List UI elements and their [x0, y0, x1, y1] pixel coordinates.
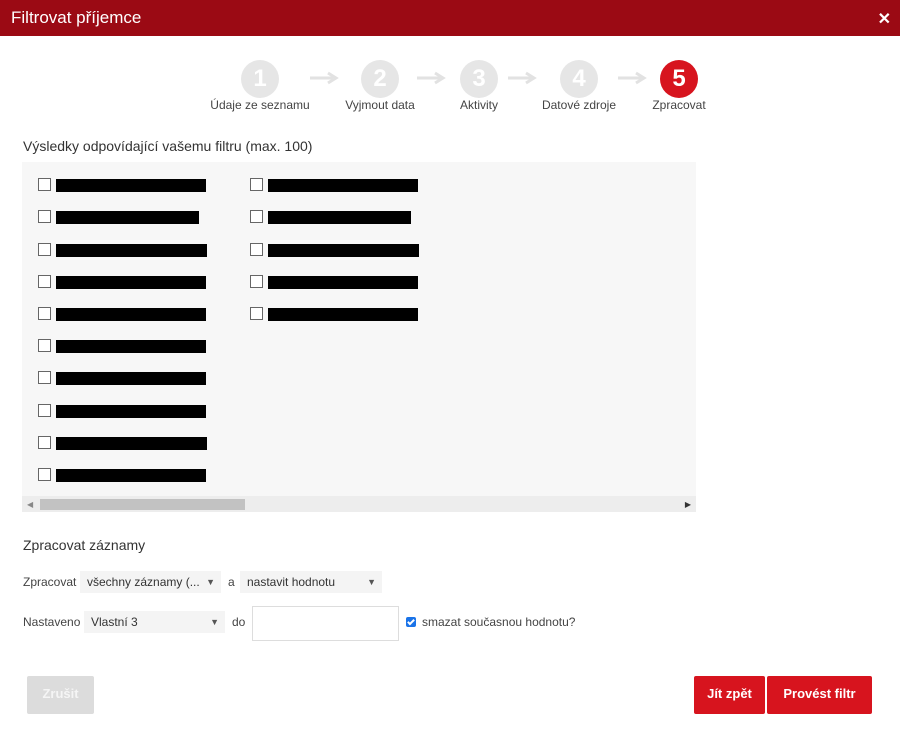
step-label: Údaje ze seznamu [210, 98, 310, 112]
checkbox[interactable] [38, 210, 51, 223]
dialog-header: Filtrovat příjemce ✕ [0, 0, 900, 36]
wizard-step-5[interactable]: 5 Zpracovat [649, 60, 709, 112]
value-input[interactable] [252, 606, 399, 641]
checkbox[interactable] [38, 243, 51, 256]
arrow-right-icon [508, 71, 537, 85]
checkbox[interactable] [38, 339, 51, 352]
field-select[interactable]: Vlastní 3 ▼ [84, 611, 225, 633]
redacted-text [56, 340, 206, 353]
checkbox[interactable] [250, 210, 263, 223]
run-filter-button[interactable]: Provést filtr [767, 676, 872, 714]
results-title: Výsledky odpovídající vašemu filtru (max… [23, 138, 313, 154]
caret-down-icon: ▼ [367, 577, 376, 587]
step-number: 1 [241, 60, 279, 98]
caret-down-icon: ▼ [206, 577, 215, 587]
caret-down-icon: ▼ [210, 617, 219, 627]
wizard-step-3[interactable]: 3 Aktivity [449, 60, 509, 112]
step-number: 2 [361, 60, 399, 98]
redacted-text [56, 276, 206, 289]
scope-select[interactable]: všechny záznamy (... ▼ [80, 571, 221, 593]
arrow-right-icon [310, 71, 339, 85]
redacted-text [268, 244, 419, 257]
back-button[interactable]: Jít zpět [694, 676, 765, 714]
redacted-text [56, 469, 206, 482]
results-list [22, 162, 696, 512]
redacted-text [56, 244, 207, 257]
checkbox[interactable] [38, 468, 51, 481]
checkbox[interactable] [38, 275, 51, 288]
redacted-text [268, 179, 418, 192]
scroll-left-icon[interactable]: ◀ [27, 500, 33, 509]
redacted-text [56, 372, 206, 385]
wizard-step-4[interactable]: 4 Datové zdroje [538, 60, 620, 112]
process-title: Zpracovat záznamy [23, 537, 146, 553]
field-select-value: Vlastní 3 [91, 615, 138, 629]
step-number: 3 [460, 60, 498, 98]
redacted-text [268, 276, 418, 289]
step-number: 4 [560, 60, 598, 98]
redacted-text [268, 211, 411, 224]
action-select[interactable]: nastavit hodnotu ▼ [240, 571, 382, 593]
arrow-right-icon [417, 71, 446, 85]
step-label: Zpracovat [652, 98, 706, 112]
horizontal-scrollbar[interactable]: ◀ ▶ [22, 496, 696, 512]
connector-and: a [228, 575, 235, 589]
scrollbar-thumb[interactable] [40, 499, 245, 510]
connector-to: do [232, 615, 246, 629]
step-label: Aktivity [459, 98, 498, 112]
clear-value-checkbox[interactable] [406, 617, 416, 627]
step-number: 5 [660, 60, 698, 98]
clear-value-label: smazat současnou hodnotu? [422, 615, 576, 629]
redacted-text [268, 308, 418, 321]
redacted-text [56, 437, 207, 450]
checkbox[interactable] [250, 178, 263, 191]
redacted-text [56, 179, 206, 192]
wizard-steps: 1 Údaje ze seznamu 2 Vyjmout data 3 Akti… [0, 60, 900, 120]
checkbox[interactable] [38, 307, 51, 320]
checkbox[interactable] [38, 436, 51, 449]
cancel-button[interactable]: Zrušit [27, 676, 94, 714]
checkbox[interactable] [38, 371, 51, 384]
close-icon[interactable]: ✕ [878, 9, 891, 29]
step-label: Vyjmout data [345, 98, 415, 112]
scope-select-value: všechny záznamy (... [87, 575, 200, 589]
scroll-right-icon[interactable]: ▶ [685, 500, 691, 509]
checkbox[interactable] [250, 307, 263, 320]
action-select-value: nastavit hodnotu [247, 575, 336, 589]
checkbox[interactable] [38, 178, 51, 191]
checkbox[interactable] [250, 243, 263, 256]
wizard-step-1[interactable]: 1 Údaje ze seznamu [205, 60, 315, 112]
arrow-right-icon [618, 71, 647, 85]
dialog-title: Filtrovat příjemce [11, 8, 142, 27]
redacted-text [56, 308, 206, 321]
process-label: Zpracovat [23, 575, 77, 589]
checkbox[interactable] [38, 404, 51, 417]
checkbox[interactable] [250, 275, 263, 288]
redacted-text [56, 405, 206, 418]
set-label: Nastaveno [23, 615, 81, 629]
redacted-text [56, 211, 199, 224]
wizard-step-2[interactable]: 2 Vyjmout data [340, 60, 420, 112]
step-label: Datové zdroje [541, 98, 617, 112]
